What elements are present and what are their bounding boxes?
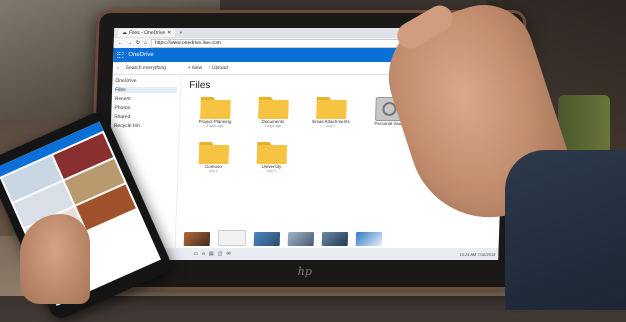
new-button[interactable]: + New — [188, 65, 203, 71]
folder-item[interactable]: University July 1 — [244, 142, 299, 173]
upload-button-label: Upload — [211, 65, 228, 71]
folder-date: July 1 — [326, 124, 336, 128]
folder-item[interactable]: Contoso July 1 — [186, 142, 241, 173]
new-button-label: New — [191, 65, 203, 71]
photo-thumbnail[interactable] — [253, 232, 281, 246]
folder-date: July 1 — [266, 169, 276, 173]
shirt-sleeve — [505, 150, 626, 310]
task-view-icon[interactable]: ▭ — [193, 251, 198, 257]
photo-thumbnail-row — [183, 230, 496, 246]
sidebar-item-recent[interactable]: Recent — [115, 96, 177, 102]
folder-date: July 1 — [208, 169, 218, 173]
laptop-brand-logo: hp — [297, 265, 313, 278]
home-icon[interactable]: ⌂ — [144, 40, 147, 46]
search-icon: ⌕ — [116, 65, 120, 71]
folder-icon — [200, 97, 231, 119]
refresh-icon[interactable]: ↻ — [136, 40, 140, 46]
forward-icon[interactable]: → — [127, 40, 132, 46]
photo-thumbnail[interactable] — [321, 232, 349, 246]
document-thumbnail[interactable] — [217, 230, 247, 246]
store-icon[interactable]: ◫ — [218, 251, 223, 257]
new-tab-icon[interactable]: + — [179, 30, 182, 36]
folder-icon — [258, 97, 289, 119]
taskbar-clock[interactable]: 10:24 AM 7/16/2019 — [459, 252, 495, 257]
edge-browser-icon[interactable]: e — [202, 251, 205, 257]
mail-icon[interactable]: ✉ — [226, 251, 230, 257]
upload-button[interactable]: ↑ Upload — [208, 65, 228, 71]
left-hand — [20, 214, 90, 304]
back-icon[interactable]: ← — [118, 40, 123, 46]
photo-thumbnail[interactable] — [183, 232, 211, 246]
folder-date: 3 days ago — [206, 124, 224, 128]
sidebar-item-photos[interactable]: Photos — [114, 105, 176, 111]
folder-icon — [316, 97, 347, 119]
folder-item[interactable]: Email Attachments July 1 — [304, 97, 359, 128]
sidebar-item-shared[interactable]: Shared — [114, 114, 176, 120]
photo-thumbnail[interactable] — [355, 232, 383, 246]
folder-date: 3 days ago — [264, 124, 282, 128]
folder-icon — [198, 142, 230, 164]
sidebar-header: OneDrive — [115, 78, 137, 84]
browser-tab-label: Files - OneDrive — [128, 30, 166, 36]
file-explorer-icon[interactable]: ▤ — [209, 251, 214, 257]
onedrive-cloud-icon: ☁ — [121, 30, 128, 36]
sidebar-item-files[interactable]: Files — [114, 87, 178, 93]
folder-item[interactable]: Documents 3 days ago — [246, 97, 301, 128]
folder-name: Personal Vault — [374, 121, 404, 126]
close-icon[interactable]: ✕ — [167, 30, 171, 36]
sidebar-item-recycle-bin[interactable]: Recycle bin — [114, 123, 176, 129]
search-input[interactable]: Search everything — [126, 65, 182, 71]
photo-thumbnail[interactable] — [287, 232, 315, 246]
folder-item[interactable]: Project Planning 3 days ago — [188, 97, 243, 128]
folder-icon — [256, 142, 288, 164]
browser-tab[interactable]: ☁ Files - OneDrive ✕ — [117, 29, 176, 37]
app-title: OneDrive — [128, 52, 154, 58]
app-launcher-icon[interactable] — [117, 52, 124, 58]
